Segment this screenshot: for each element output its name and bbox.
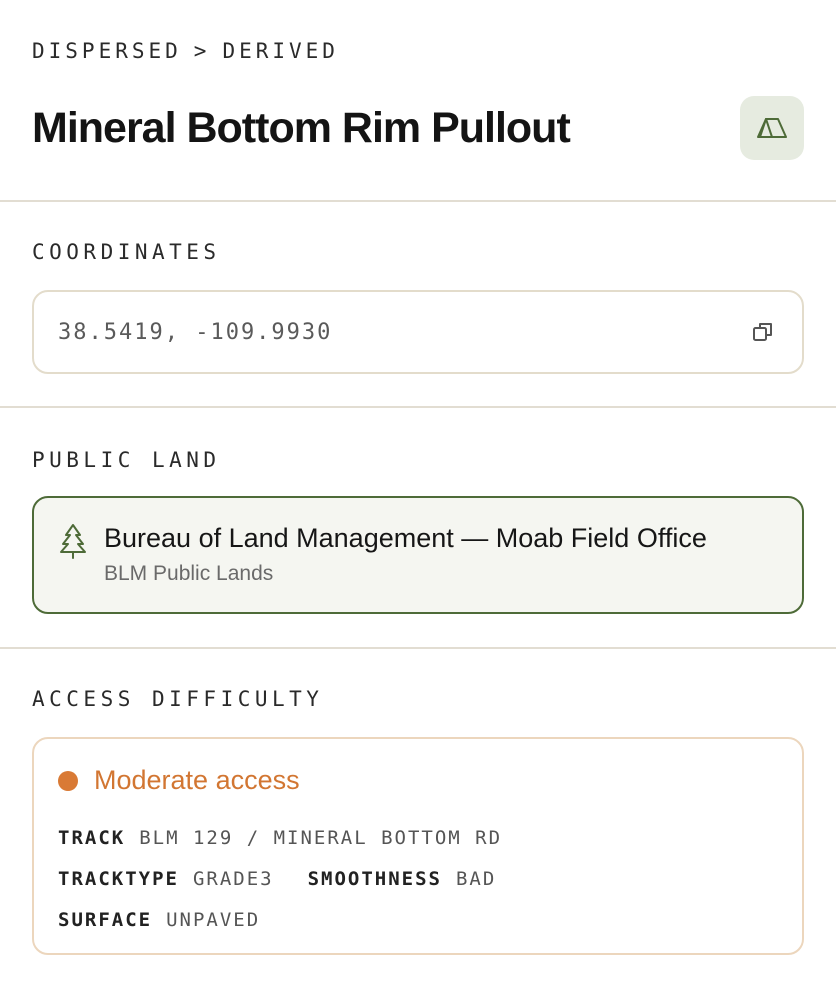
attr-value: BLM 129 / MINERAL BOTTOM RD [139,827,503,849]
coordinates-value[interactable]: 38.5419, -109.9930 [58,320,332,345]
breadcrumb-parent[interactable]: DISPERSED [32,36,182,66]
copy-coordinates-button[interactable] [748,317,778,347]
access-level: Moderate access [94,765,300,795]
attr-row-tracktype: TRACKTYPE GRADE3 SMOOTHNESS BAD [58,859,778,900]
public-land-card[interactable]: Bureau of Land Management — Moab Field O… [32,496,804,614]
attr-key: TRACK [58,827,126,849]
coordinates-field[interactable]: 38.5419, -109.9930 [32,290,804,374]
attr-value: BAD [455,868,497,890]
site-type-badge [740,96,804,160]
access-section: ACCESS DIFFICULTY Moderate access TRACK … [0,649,836,996]
copy-icon [753,323,772,341]
tree-icon [60,524,86,559]
attr-value: UNPAVED [166,909,261,931]
access-label: ACCESS DIFFICULTY [32,687,324,711]
access-level-dot [58,770,78,791]
access-attributes: TRACK BLM 129 / MINERAL BOTTOM RD TRACKT… [58,818,778,941]
public-land-label: PUBLIC LAND [32,448,221,472]
access-card: Moderate access TRACK BLM 129 / MINERAL … [32,737,804,955]
attr-key: TRACKTYPE [58,868,179,890]
coordinates-label: COORDINATES [32,240,221,264]
attr-row-surface: SURFACE UNPAVED [58,900,778,941]
breadcrumb-current: DERIVED [222,39,339,63]
attr-key: SMOOTHNESS [307,868,442,890]
land-type: BLM Public Lands [104,562,274,585]
attr-key: SURFACE [58,909,153,931]
tent-icon [757,118,787,138]
land-agency-name: Bureau of Land Management — Moab Field O… [104,523,707,553]
attr-value: GRADE3 [192,868,274,890]
coordinates-section: COORDINATES 38.5419, -109.9930 [0,202,836,408]
breadcrumb-separator: > [193,39,211,63]
header: DISPERSED > DERIVED Mineral Bottom Rim P… [0,0,836,202]
attr-row-track: TRACK BLM 129 / MINERAL BOTTOM RD [58,818,778,859]
page-title: Mineral Bottom Rim Pullout [32,103,571,152]
public-land-section: PUBLIC LAND Bureau of Land Management — … [0,408,836,649]
breadcrumb: DISPERSED > DERIVED [32,36,804,66]
